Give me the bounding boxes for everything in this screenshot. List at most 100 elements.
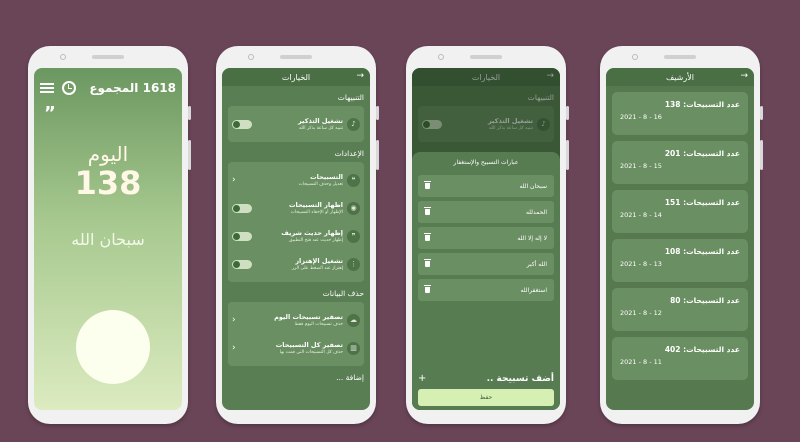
add-phrase-input[interactable]: أضف تسبيحة .. <box>487 374 554 384</box>
back-arrow-icon[interactable]: → <box>356 71 364 81</box>
archive-count: عدد التسبيحات: 402 <box>664 345 740 354</box>
phone-side-button <box>566 140 569 170</box>
phrase-text: الله أكبر <box>526 260 547 268</box>
archive-date: 2021 - 8 - 14 <box>620 211 662 219</box>
phrase-item[interactable]: سبحان الله <box>418 175 554 197</box>
reset-all-title: تصفير كل التسبيحات <box>275 340 343 349</box>
show-tasbeehat-sub: الإظهار أو الإخفاء التسبيحات <box>290 209 343 215</box>
phrase-item[interactable]: استغفرالله <box>418 279 554 301</box>
archive-item: عدد التسبيحات: 80 2021 - 8 - 12 <box>612 288 748 331</box>
section-settings: الإعدادات <box>334 149 364 158</box>
section-delete-data: حذف البيانات <box>322 289 364 298</box>
trash-icon[interactable] <box>424 207 431 215</box>
phone-home: 1618 المجموع ” اليوم 138 سبحان الله <box>28 46 191 424</box>
reset-today-row[interactable]: ☁ تصفير تسبيحات اليوم حذف تسبيحات اليوم ف… <box>232 306 360 334</box>
settings-title: الخيارات <box>281 72 311 82</box>
archive-item: عدد التسبيحات: 402 2021 - 8 - 11 <box>612 337 748 380</box>
phone-side-button <box>188 106 191 120</box>
phone-settings: الخيارات → التنبيهات ♪ تشغيل التذكير تنبي… <box>216 46 379 424</box>
history-icon[interactable] <box>62 81 76 95</box>
trash-icon[interactable] <box>424 181 431 189</box>
chevron-left-icon: ‹ <box>232 343 236 353</box>
save-button[interactable]: حفظ <box>418 389 554 406</box>
vibration-title: تشغيل الإهتزاز <box>295 256 343 265</box>
home-screen: 1618 المجموع ” اليوم 138 سبحان الله <box>34 68 182 410</box>
trash-icon[interactable] <box>424 285 431 293</box>
reminder-toggle[interactable] <box>232 119 252 129</box>
archive-count: عدد التسبيحات: 151 <box>664 198 740 207</box>
phrase-text: سبحان الله <box>519 182 547 190</box>
archive-item: عدد التسبيحات: 138 2021 - 8 - 16 <box>612 92 748 135</box>
phone-speaker <box>664 55 696 59</box>
bell-icon: ♪ <box>347 117 360 131</box>
tasbeehat-sub: تعديل وحذف التسبيحات <box>298 181 343 187</box>
phrase-item[interactable]: الحمدلله <box>418 201 554 223</box>
total-count: 1618 المجموع <box>89 81 176 95</box>
show-hadith-toggle[interactable] <box>232 231 252 241</box>
phone-camera <box>632 54 638 60</box>
phone-speaker <box>280 55 312 59</box>
phone-side-button <box>188 140 191 170</box>
tasbeehat-row[interactable]: ❝ التسبيحات تعديل وحذف التسبيحات ‹ <box>232 166 360 194</box>
trash-icon[interactable] <box>424 259 431 267</box>
archive-title: الأرشيف <box>665 72 695 82</box>
phone-camera <box>248 54 254 60</box>
reset-today-sub: حذف تسبيحات اليوم فقط <box>294 321 343 327</box>
phone-side-button <box>566 106 569 120</box>
show-hadith-row[interactable]: ❞ إظهار حديث شريف إظهار حديث عند فتح التط… <box>232 222 360 250</box>
add-phrase-row[interactable]: أضف تسبيحة .. + <box>418 373 554 384</box>
show-hadith-title: إظهار حديث شريف <box>281 228 343 237</box>
phrases-sheet: عبارات التسبيح والإستغفار سبحان الله الح… <box>412 152 560 410</box>
phone-phrases: الخيارات → التنبيهات ♪ تشغيل التذكير تنبي… <box>406 46 569 424</box>
plus-icon[interactable]: + <box>418 373 426 384</box>
phone-camera <box>60 54 66 60</box>
eye-icon: ◉ <box>347 201 360 215</box>
today-label: اليوم <box>87 142 129 166</box>
archive-screen: الأرشيف → عدد التسبيحات: 138 2021 - 8 - 1… <box>606 68 754 410</box>
archive-count: عدد التسبيحات: 138 <box>664 100 740 109</box>
phrase-item[interactable]: لا إله إلا الله <box>418 227 554 249</box>
archive-item: عدد التسبيحات: 108 2021 - 8 - 13 <box>612 239 748 282</box>
archive-item: عدد التسبيحات: 151 2021 - 8 - 14 <box>612 190 748 233</box>
archive-date: 2021 - 8 - 15 <box>620 162 662 170</box>
phone-side-button <box>760 106 763 120</box>
phone-camera <box>438 54 444 60</box>
chevron-left-icon: ‹ <box>232 175 236 185</box>
phrases-sheet-title: عبارات التسبيح والإستغفار <box>453 159 519 166</box>
current-dhikr[interactable]: سبحان الله <box>34 230 182 249</box>
delete-data-card: ☁ تصفير تسبيحات اليوم حذف تسبيحات اليوم ف… <box>228 302 364 366</box>
phone-speaker <box>470 55 502 59</box>
phrase-text: لا إله إلا الله <box>517 234 547 242</box>
archive-item: عدد التسبيحات: 201 2021 - 8 - 15 <box>612 141 748 184</box>
show-tasbeehat-toggle[interactable] <box>232 203 252 213</box>
vibration-toggle[interactable] <box>232 259 252 269</box>
reset-all-row[interactable]: ▥ تصفير كل التسبيحات حذف كل التسبيحات الت… <box>232 334 360 362</box>
vibration-row[interactable]: ⋮ تشغيل الإهتزاز إهتزاز عند الضغط على الز… <box>232 250 360 278</box>
show-tasbeehat-row[interactable]: ◉ اظهار التسبيحات الإظهار أو الإخفاء التس… <box>232 194 360 222</box>
archive-date: 2021 - 8 - 11 <box>620 358 662 366</box>
vibration-sub: إهتزاز عند الضغط على الزر <box>291 265 343 271</box>
show-hadith-sub: إظهار حديث عند فتح التطبيق <box>289 237 343 243</box>
archive-date: 2021 - 8 - 12 <box>620 309 662 317</box>
back-arrow-icon[interactable]: → <box>740 71 748 81</box>
reminder-row[interactable]: ♪ تشغيل التذكير تنبيه كل ساعة بذكر الله <box>232 110 360 138</box>
reset-all-sub: حذف كل التسبيحات التي قمت بها <box>279 349 343 355</box>
quote-icon: ❞ <box>347 229 360 243</box>
phone-side-button <box>376 140 379 170</box>
chevron-left-icon: ‹ <box>232 315 236 325</box>
menu-icon[interactable] <box>40 83 54 93</box>
tap-counter-button[interactable] <box>76 310 150 384</box>
quote-icon[interactable]: ” <box>34 105 182 123</box>
tasbeehat-title: التسبيحات <box>310 172 343 181</box>
notifications-card: ♪ تشغيل التذكير تنبيه كل ساعة بذكر الله <box>228 106 364 142</box>
phone-archive: الأرشيف → عدد التسبيحات: 138 2021 - 8 - 1… <box>600 46 763 424</box>
phrase-text: استغفرالله <box>520 286 547 294</box>
archive-header: الأرشيف → <box>606 68 754 86</box>
settings-screen: الخيارات → التنبيهات ♪ تشغيل التذكير تنبي… <box>222 68 370 410</box>
phrases-screen: الخيارات → التنبيهات ♪ تشغيل التذكير تنبي… <box>412 68 560 410</box>
archive-count: عدد التسبيحات: 201 <box>664 149 740 158</box>
phrase-item[interactable]: الله أكبر <box>418 253 554 275</box>
trash-icon[interactable] <box>424 233 431 241</box>
archive-count: عدد التسبيحات: 108 <box>664 247 740 256</box>
show-tasbeehat-title: اظهار التسبيحات <box>289 200 343 209</box>
